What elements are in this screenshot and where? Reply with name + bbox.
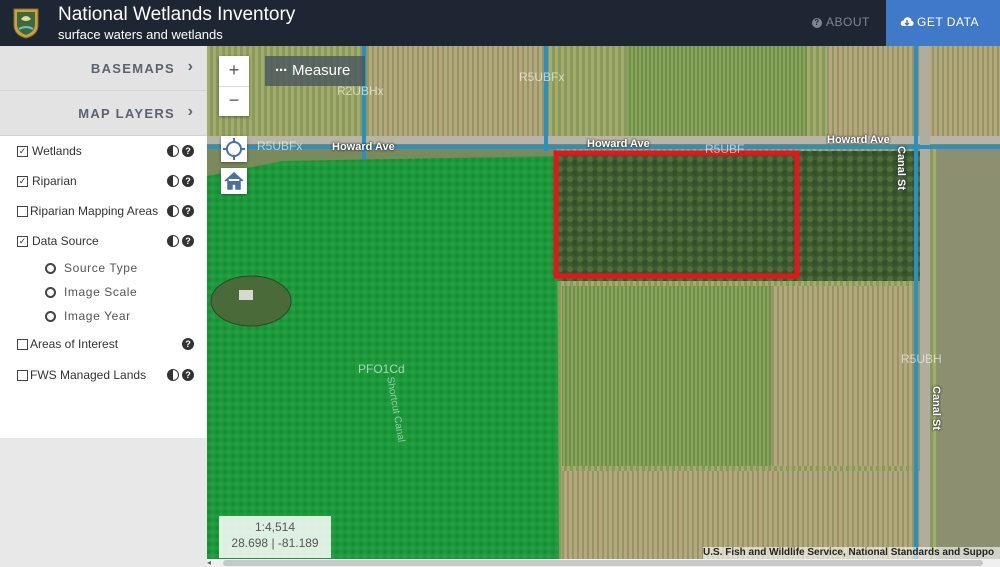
wetland-label: R5UBH <box>901 352 942 366</box>
zoom-in-button[interactable]: + <box>219 56 249 87</box>
cloud-download-icon <box>900 17 914 27</box>
home-icon <box>224 171 244 190</box>
basemaps-panel-toggle[interactable]: BASEMAPS › <box>0 46 207 91</box>
riparian-checkbox[interactable]: ✓ <box>17 176 28 187</box>
more-dots-icon: ··· <box>275 62 288 79</box>
scale-text: 1:4,514 <box>254 520 296 534</box>
help-icon[interactable]: ? <box>182 369 194 381</box>
road-label: Howard Ave <box>587 138 650 150</box>
help-icon[interactable]: ? <box>182 235 194 247</box>
layer-label: Areas of Interest <box>30 337 119 351</box>
chevron-right-icon: › <box>187 58 193 75</box>
layer-item-fws-managed-lands: FWS Managed Lands ? <box>0 366 207 388</box>
coordinates-text: 28.698 | -81.189 <box>231 536 319 550</box>
zoom-out-button[interactable]: − <box>219 86 249 116</box>
home-button[interactable] <box>221 168 247 194</box>
zoom-control: + − <box>219 56 249 116</box>
measure-button[interactable]: ··· Measure <box>265 56 365 86</box>
layer-label: Wetlands <box>32 144 82 158</box>
map-layers-panel-toggle[interactable]: MAP LAYERS › <box>0 91 207 136</box>
about-label: ABOUT <box>826 15 870 29</box>
wetland-label: R5UBFx <box>519 70 565 84</box>
data-source-option-image-year: Image Year <box>0 308 207 330</box>
scale-coordinate-readout: 1:4,514 28.698 | -81.189 <box>219 516 331 558</box>
layer-label: Riparian <box>32 174 77 188</box>
get-data-button[interactable]: GET DATA <box>886 0 1000 46</box>
layer-item-riparian-mapping-areas: Riparian Mapping Areas ? <box>0 202 207 224</box>
fws-managed-lands-checkbox[interactable] <box>17 370 28 381</box>
chevron-right-icon: › <box>187 103 193 120</box>
app-header: National Wetlands Inventory surface wate… <box>0 0 1000 46</box>
layer-list: ✓ Wetlands ? ✓ Riparian ? Riparian Mappi… <box>0 136 207 438</box>
data-source-checkbox[interactable]: ✓ <box>17 236 28 247</box>
opacity-icon[interactable] <box>167 235 179 247</box>
horizontal-scrollbar[interactable]: ◂ <box>207 559 1000 567</box>
wetland-label: R5UBF <box>705 142 745 156</box>
wetland-label: R2UBHx <box>337 84 384 98</box>
map-view[interactable]: R2UBHx R5UBFx R5UBFx R5UBF PFO1Cd R5UBH … <box>207 46 1000 567</box>
fws-logo-icon <box>13 8 39 39</box>
riparian-mapping-areas-checkbox[interactable] <box>17 206 28 217</box>
layer-label: FWS Managed Lands <box>30 368 147 382</box>
help-icon[interactable]: ? <box>182 205 194 217</box>
layer-item-areas-of-interest: Areas of Interest ? <box>0 335 207 357</box>
opacity-icon[interactable] <box>167 369 179 381</box>
basemaps-label: BASEMAPS <box>90 61 175 76</box>
wetland-label: PFO1Cd <box>358 362 405 376</box>
about-link[interactable]: ? ABOUT <box>812 15 870 29</box>
road-label: Howard Ave <box>332 141 395 153</box>
app-title: National Wetlands Inventory <box>58 4 296 25</box>
option-label: Image Year <box>64 309 131 323</box>
wetland-label: R5UBFx <box>257 139 303 153</box>
layer-item-wetlands: ✓ Wetlands ? <box>0 142 207 164</box>
help-icon[interactable]: ? <box>182 175 194 187</box>
app-subtitle: surface waters and wetlands <box>58 27 223 42</box>
data-source-option-image-scale: Image Scale <box>0 284 207 306</box>
scroll-left-arrow-icon[interactable]: ◂ <box>207 559 215 567</box>
layer-item-riparian: ✓ Riparian ? <box>0 172 207 194</box>
image-year-radio[interactable] <box>45 311 56 322</box>
help-icon[interactable]: ? <box>182 338 194 350</box>
layer-label: Riparian Mapping Areas <box>30 204 159 218</box>
aerial-imagery <box>207 46 1000 567</box>
measure-label: Measure <box>292 62 351 79</box>
image-scale-radio[interactable] <box>45 287 56 298</box>
locate-icon <box>223 138 245 160</box>
areas-of-interest-checkbox[interactable] <box>17 339 28 350</box>
sidebar: BASEMAPS › MAP LAYERS › ✓ Wetlands ? ✓ R… <box>0 46 207 567</box>
wetlands-checkbox[interactable]: ✓ <box>17 146 28 157</box>
locate-button[interactable] <box>221 136 247 162</box>
get-data-label: GET DATA <box>917 15 980 29</box>
scrollbar-thumb[interactable] <box>223 560 983 566</box>
layer-label: Data Source <box>32 234 99 248</box>
map-layers-label: MAP LAYERS <box>78 106 175 121</box>
data-source-option-source-type: Source Type <box>0 260 207 282</box>
source-type-radio[interactable] <box>45 263 56 274</box>
road-label: Canal St <box>895 146 907 191</box>
road-label: Howard Ave <box>827 134 890 146</box>
opacity-icon[interactable] <box>167 205 179 217</box>
option-label: Image Scale <box>64 285 138 299</box>
road-label: Canal St <box>930 386 942 431</box>
option-label: Source Type <box>64 261 138 275</box>
opacity-icon[interactable] <box>167 145 179 157</box>
help-icon[interactable]: ? <box>182 145 194 157</box>
info-icon: ? <box>812 18 822 28</box>
opacity-icon[interactable] <box>167 175 179 187</box>
layer-item-data-source: ✓ Data Source ? <box>0 232 207 254</box>
